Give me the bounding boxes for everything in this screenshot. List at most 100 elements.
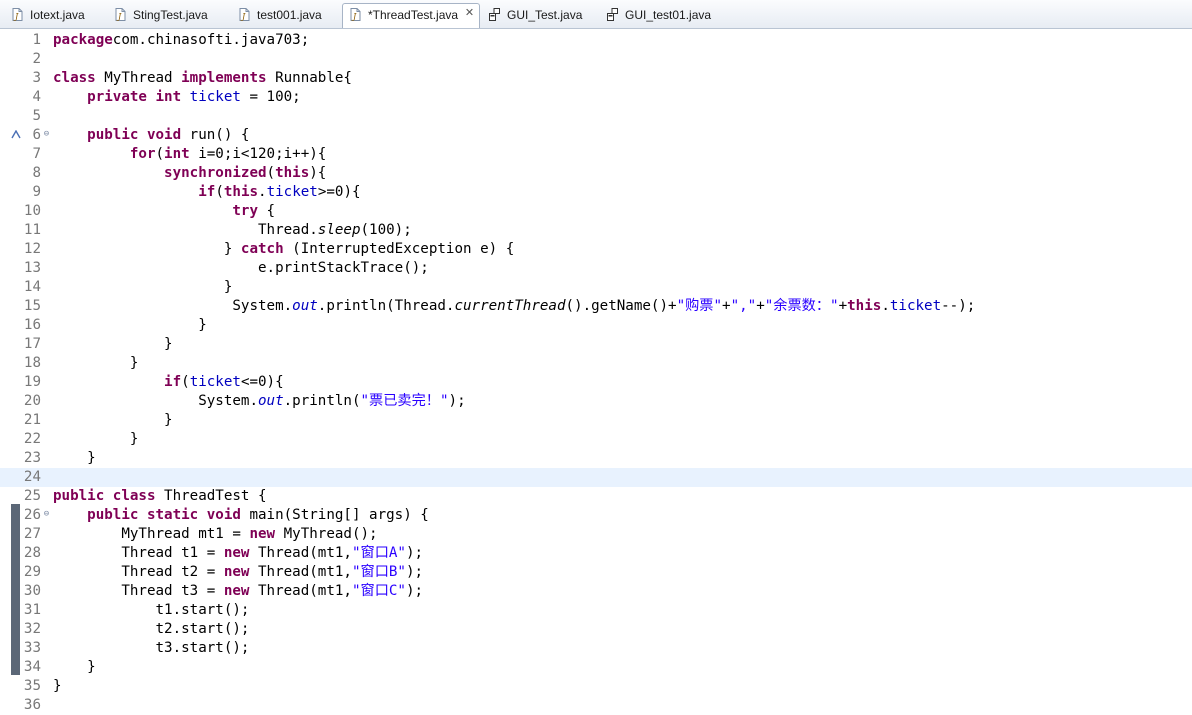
line-number: 17 <box>23 336 41 352</box>
code-line[interactable]: 35} <box>0 677 1192 696</box>
code-line[interactable]: 31 t1.start(); <box>0 601 1192 620</box>
code-token: run() { <box>181 127 250 143</box>
code-line[interactable]: 16 } <box>0 316 1192 335</box>
code-text: Thread.sleep(100); <box>53 221 412 240</box>
line-number: 2 <box>32 51 41 67</box>
code-token: } <box>53 336 173 352</box>
code-text: packagecom.chinasofti.java703; <box>53 31 309 50</box>
tab-1[interactable]: J StingTest.java <box>108 4 220 26</box>
code-token: out <box>258 393 284 409</box>
code-token: if <box>198 184 216 200</box>
code-line[interactable]: 28 Thread t1 = new Thread(mt1,"窗口A"); <box>0 544 1192 563</box>
code-line[interactable]: 17 } <box>0 335 1192 354</box>
line-number: 11 <box>23 222 41 238</box>
code-line[interactable]: 18 } <box>0 354 1192 373</box>
code-token: } <box>53 678 62 694</box>
code-token: catch <box>240 241 284 257</box>
code-line[interactable]: 13 e.printStackTrace(); <box>0 259 1192 278</box>
code-token: public <box>53 488 105 504</box>
code-line[interactable]: 34 } <box>0 658 1192 677</box>
code-line[interactable]: 12 } catch (InterruptedException e) { <box>0 240 1192 259</box>
code-line[interactable]: 27 MyThread mt1 = new MyThread(); <box>0 525 1192 544</box>
code-text: if(ticket<=0){ <box>53 373 284 392</box>
editor-tab-bar: J Iotext.java J StingTest.java Jtest001.java… <box>0 0 1192 29</box>
code-line[interactable]: 30 Thread t3 = new Thread(mt1,"窗口C"); <box>0 582 1192 601</box>
code-line[interactable]: 25 public class ThreadTest { <box>0 487 1192 506</box>
code-token: this <box>847 298 882 314</box>
code-token: ); <box>405 545 424 561</box>
code-line[interactable]: 19 if(ticket<=0){ <box>0 373 1192 392</box>
code-token: <=0){ <box>240 374 284 390</box>
code-token: ( <box>155 146 165 162</box>
gui-class-icon <box>489 8 500 21</box>
code-token: t2.start(); <box>53 621 250 637</box>
code-token: try <box>232 203 258 219</box>
code-token: "窗口C" <box>351 583 406 599</box>
code-line[interactable]: 26 ⊖ public static void main(String[] arg… <box>0 506 1192 525</box>
line-number: 19 <box>23 374 41 390</box>
code-token: implements <box>181 70 267 86</box>
code-line[interactable]: 4 private int ticket = 100; <box>0 88 1192 107</box>
code-token: private <box>87 89 147 105</box>
code-line[interactable]: 9 if(this.ticket>=0){ <box>0 183 1192 202</box>
code-line[interactable]: 10 try { <box>0 202 1192 221</box>
code-text: Thread t1 = new Thread(mt1,"窗口A"); <box>53 544 423 563</box>
line-number: 13 <box>23 260 41 276</box>
code-line[interactable]: 33 t3.start(); <box>0 639 1192 658</box>
code-line[interactable]: 36 <box>0 696 1192 715</box>
code-line[interactable]: 6 ⊖ public void run() { <box>0 126 1192 145</box>
code-token: currentThread <box>454 298 566 314</box>
code-line[interactable]: 32 t2.start(); <box>0 620 1192 639</box>
code-line[interactable]: 22 } <box>0 430 1192 449</box>
code-token: public <box>87 507 139 523</box>
code-text: System.out.println("票已卖完！"); <box>53 392 465 411</box>
code-line[interactable]: 23 } <box>0 449 1192 468</box>
close-tab-icon[interactable]: ✕ <box>464 8 475 19</box>
code-token: ticket <box>181 89 241 105</box>
code-text: e.printStackTrace(); <box>53 259 429 278</box>
tab-0[interactable]: J Iotext.java <box>5 4 103 26</box>
code-line[interactable]: 21 } <box>0 411 1192 430</box>
java-file-icon: J <box>239 8 250 21</box>
fold-collapse-icon[interactable]: ⊖ <box>42 130 51 139</box>
code-line[interactable]: 2 <box>0 50 1192 69</box>
code-token: this <box>275 165 310 181</box>
code-line[interactable]: 29 Thread t2 = new Thread(mt1,"窗口B"); <box>0 563 1192 582</box>
code-line[interactable]: 5 <box>0 107 1192 126</box>
code-line[interactable]: 15 System.out.println(Thread.currentThre… <box>0 297 1192 316</box>
code-token: + <box>756 298 765 314</box>
tab-label: StingTest.java <box>133 8 208 22</box>
code-token: ticket <box>266 184 318 200</box>
code-token: public <box>87 127 139 143</box>
fold-collapse-icon[interactable]: ⊖ <box>42 510 51 519</box>
override-triangle-icon[interactable] <box>11 130 21 139</box>
code-line[interactable]: 7 for(int i=0;i<120;i++){ <box>0 145 1192 164</box>
code-token: + <box>722 298 731 314</box>
tab-2[interactable]: Jtest001.java <box>232 4 336 26</box>
line-number: 3 <box>32 70 41 86</box>
code-line[interactable]: 11 Thread.sleep(100); <box>0 221 1192 240</box>
code-line[interactable]: 14 } <box>0 278 1192 297</box>
line-number: 25 <box>23 488 41 504</box>
line-number: 12 <box>23 241 41 257</box>
code-editor[interactable]: 1 packagecom.chinasofti.java703; 2 3 class M… <box>0 29 1192 713</box>
tab-3[interactable]: J *ThreadTest.java ✕ <box>342 3 480 28</box>
code-line[interactable]: 20 System.out.println("票已卖完！"); <box>0 392 1192 411</box>
code-text: private int ticket = 100; <box>53 88 301 107</box>
code-token: Runnable{ <box>266 70 352 86</box>
line-number: 7 <box>32 146 41 162</box>
code-token: static <box>138 507 199 523</box>
tab-5[interactable]: GUI_test01.java <box>600 4 728 26</box>
code-line[interactable]: 1 packagecom.chinasofti.java703; <box>0 31 1192 50</box>
code-token: "窗口B" <box>351 564 406 580</box>
code-text: Thread t3 = new Thread(mt1,"窗口C"); <box>53 582 423 601</box>
code-line[interactable]: 3 class MyThread implements Runnable{ <box>0 69 1192 88</box>
code-token: com.chinasofti.java703; <box>112 32 310 48</box>
code-token: System. <box>53 393 258 409</box>
code-line[interactable]: 24 <box>0 468 1192 487</box>
code-line[interactable]: 8 synchronized(this){ <box>0 164 1192 183</box>
code-text: if(this.ticket>=0){ <box>53 183 360 202</box>
tab-4[interactable]: GUI_Test.java <box>482 4 597 26</box>
